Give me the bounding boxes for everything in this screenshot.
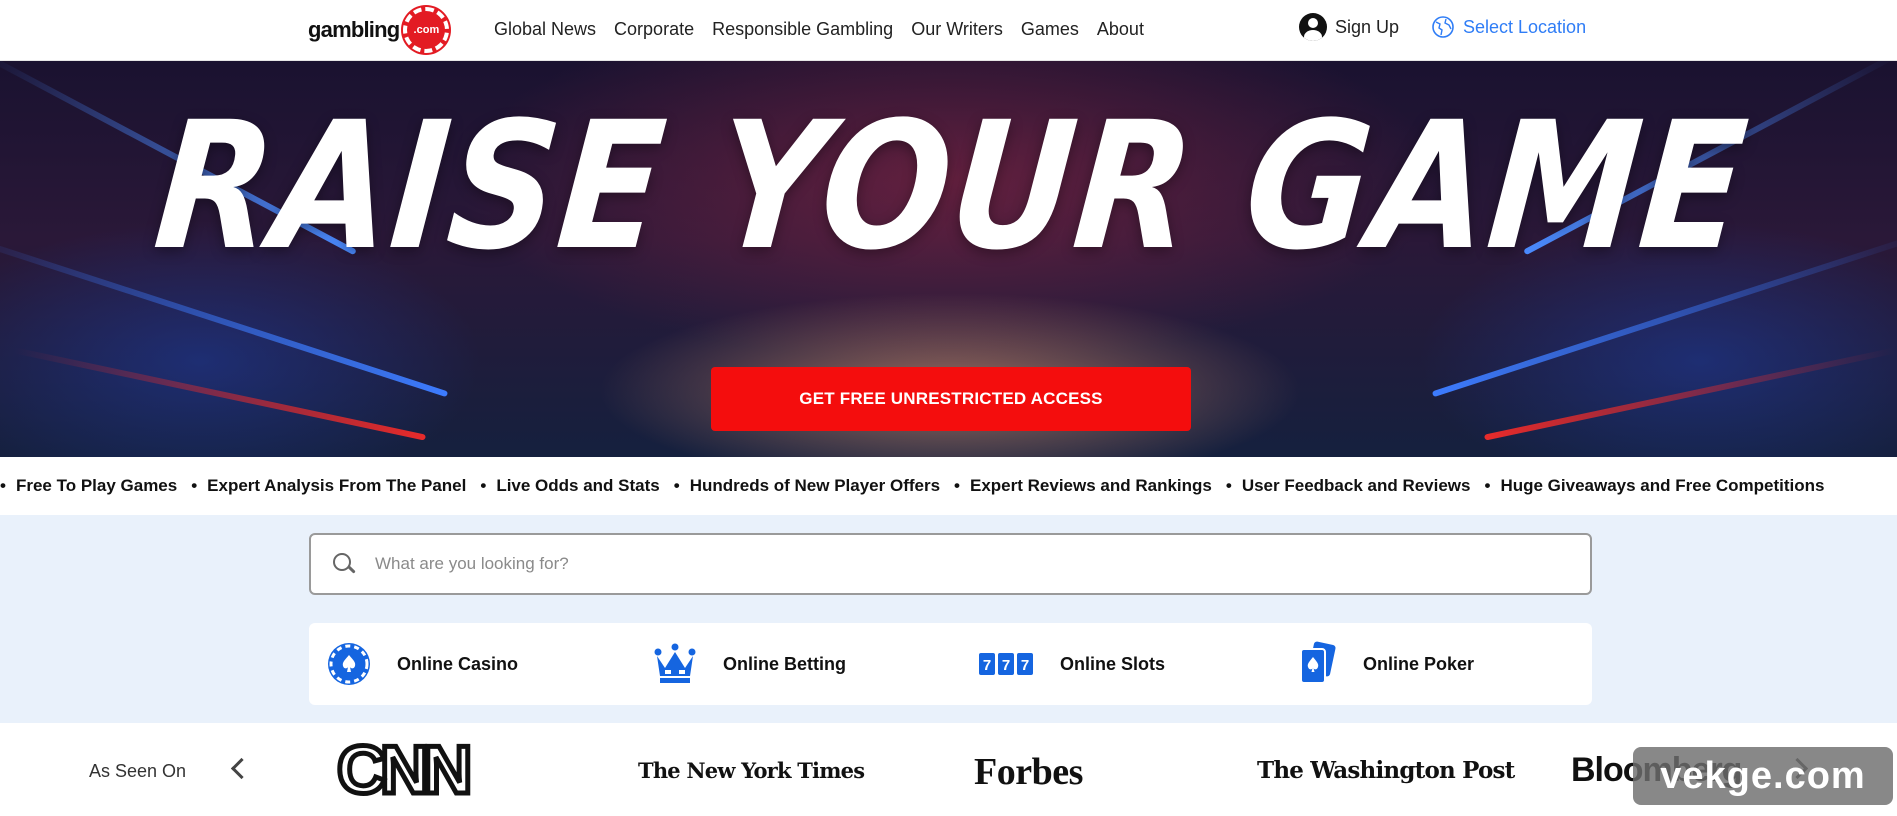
search-icon bbox=[333, 553, 355, 575]
select-location-button[interactable]: Select Location bbox=[1431, 15, 1586, 39]
light-streak bbox=[1483, 347, 1897, 441]
svg-text:7: 7 bbox=[983, 657, 991, 674]
category-label: Online Betting bbox=[723, 653, 846, 674]
category-label: Online Poker bbox=[1363, 653, 1475, 674]
get-access-button[interactable]: GET FREE UNRESTRICTED ACCESS bbox=[711, 367, 1191, 431]
sign-up-button[interactable]: Sign Up bbox=[1299, 13, 1399, 41]
logo-chip-icon: .com bbox=[403, 7, 450, 53]
nav-our-writers[interactable]: Our Writers bbox=[911, 19, 1003, 40]
sign-up-label: Sign Up bbox=[1335, 16, 1400, 37]
crown-icon bbox=[654, 643, 696, 683]
site-logo[interactable]: gambling .com bbox=[308, 6, 450, 54]
carousel-prev-icon[interactable] bbox=[226, 753, 248, 783]
logo-badge-text: .com bbox=[411, 23, 442, 37]
nav-global-news[interactable]: Global News bbox=[494, 19, 596, 40]
casino-chip-icon bbox=[328, 643, 370, 685]
main-nav: Global News Corporate Responsible Gambli… bbox=[494, 0, 1162, 58]
nav-about[interactable]: About bbox=[1097, 19, 1144, 40]
as-seen-on-label: As Seen On bbox=[89, 761, 187, 781]
poker-cards-icon bbox=[1300, 641, 1336, 684]
category-online-betting[interactable]: Online Betting bbox=[653, 623, 846, 705]
logo-wordmark: gambling bbox=[308, 17, 400, 42]
category-label: Online Slots bbox=[1060, 653, 1166, 674]
ticker-item: Huge Giveaways and Free Competitions bbox=[1485, 476, 1824, 496]
search-bar[interactable] bbox=[309, 533, 1592, 595]
ticker-item: Expert Analysis From The Panel bbox=[191, 476, 466, 496]
nav-responsible-gambling[interactable]: Responsible Gambling bbox=[712, 19, 893, 40]
svg-text:7: 7 bbox=[1002, 657, 1010, 674]
category-online-slots[interactable]: 7 7 7 Online Slots bbox=[978, 623, 1165, 705]
nav-games[interactable]: Games bbox=[1021, 19, 1079, 40]
search-input[interactable] bbox=[375, 554, 1475, 574]
features-ticker: Free To Play Games Expert Analysis From … bbox=[0, 469, 1897, 503]
select-location-label: Select Location bbox=[1463, 16, 1587, 37]
user-avatar-icon bbox=[1299, 13, 1327, 41]
site-header: gambling .com Global News Corporate Resp… bbox=[0, 0, 1897, 61]
ticker-item: Live Odds and Stats bbox=[480, 476, 659, 496]
ticker-item: Free To Play Games bbox=[0, 476, 177, 496]
light-streak bbox=[13, 347, 427, 441]
svg-text:7: 7 bbox=[1021, 657, 1029, 674]
ticker-item: Hundreds of New Player Offers bbox=[674, 476, 940, 496]
as-seen-on-strip: As Seen On CNN The New York Times Forbes… bbox=[0, 723, 1897, 816]
slots-777-icon: 7 7 7 bbox=[979, 653, 1033, 675]
hero-banner: RAISE YOUR GAME GET FREE UNRESTRICTED AC… bbox=[0, 61, 1897, 457]
ticker-item: User Feedback and Reviews bbox=[1226, 476, 1471, 496]
globe-icon bbox=[1432, 16, 1454, 38]
category-bar: Online Casino Online Betting 7 7 7 Onlin… bbox=[309, 623, 1592, 705]
brand-logo-washington-post: The Washington Post bbox=[1257, 757, 1515, 784]
watermark: vekge.com bbox=[1633, 747, 1893, 805]
brand-logo-nyt: The New York Times bbox=[638, 758, 865, 783]
category-online-casino[interactable]: Online Casino bbox=[327, 623, 518, 705]
nav-corporate[interactable]: Corporate bbox=[614, 19, 694, 40]
hero-title: RAISE YOUR GAME bbox=[147, 84, 1755, 289]
brand-logo-cnn: CNN bbox=[334, 732, 474, 808]
ticker-item: Expert Reviews and Rankings bbox=[954, 476, 1212, 496]
brand-logo-forbes: Forbes bbox=[974, 751, 1083, 793]
category-label: Online Casino bbox=[397, 653, 519, 674]
category-online-poker[interactable]: Online Poker bbox=[1297, 623, 1474, 705]
